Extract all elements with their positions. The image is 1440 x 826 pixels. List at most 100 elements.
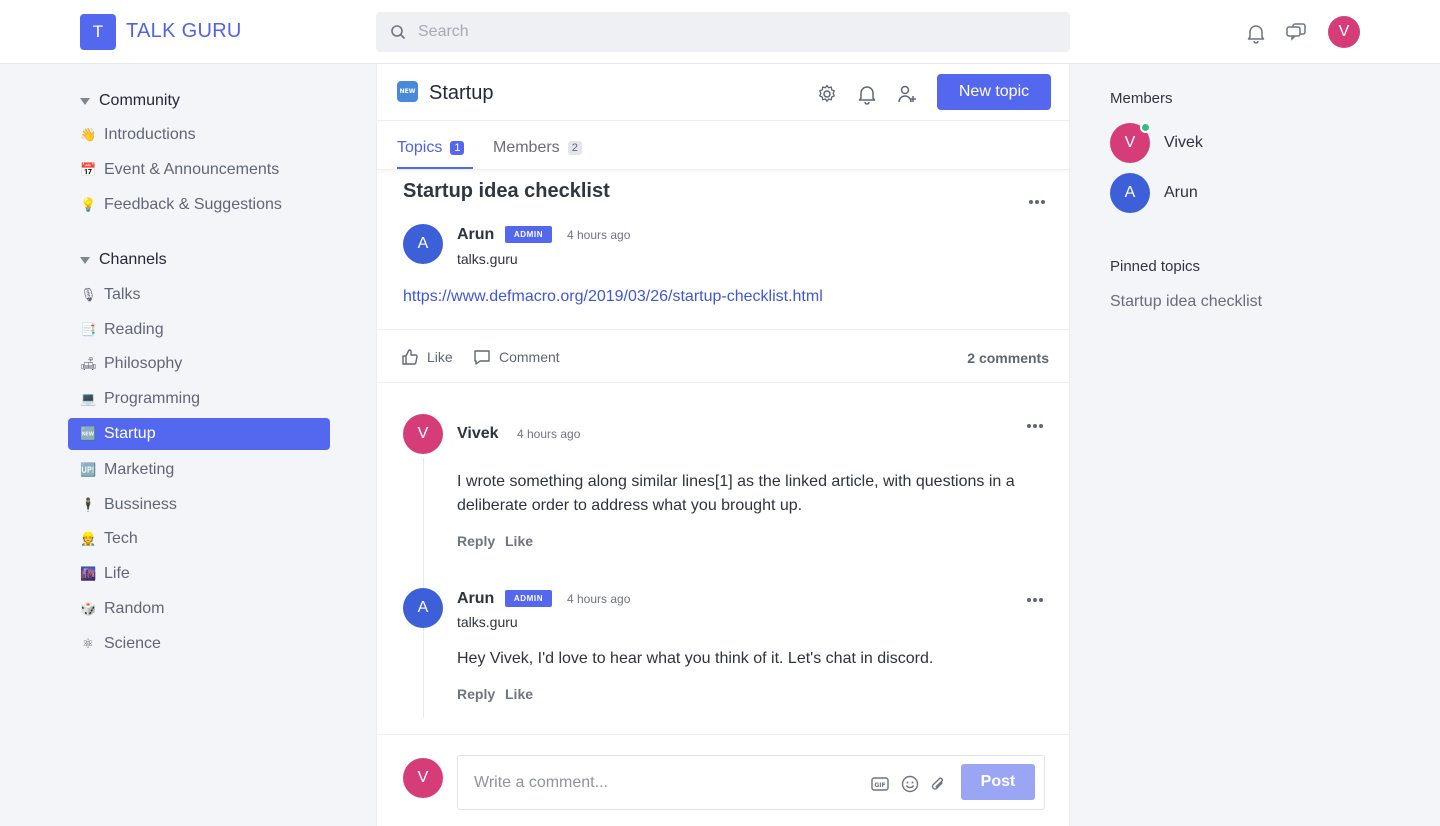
sidebar-item-label: Startup	[104, 425, 156, 442]
search-bar[interactable]	[376, 12, 1070, 52]
member-item[interactable]: A Arun	[1110, 173, 1198, 213]
sidebar-item-philosophy[interactable]: 🛋 Philosophy	[68, 348, 330, 380]
comments-count[interactable]: 2 comments	[967, 350, 1049, 366]
member-item[interactable]: V Vivek	[1110, 122, 1203, 163]
sidebar-item-marketing[interactable]: 🆙 Marketing	[68, 454, 330, 486]
member-initial: V	[1124, 134, 1136, 151]
post-title: Startup idea checklist	[403, 180, 610, 202]
construction-worker-icon: 👷	[80, 531, 97, 547]
sidebar-item-bussiness[interactable]: 🕴 Bussiness	[68, 489, 330, 521]
comment-author-subtitle: talks.guru	[457, 614, 518, 630]
sidebar-item-label: Talks	[104, 286, 141, 303]
post-more-menu-icon[interactable]	[1029, 191, 1047, 204]
sidebar-item-introductions[interactable]: 👋 Introductions	[68, 119, 330, 151]
tab-label: Topics	[397, 139, 443, 156]
sidebar-item-label: Philosophy	[104, 355, 183, 372]
community-section-title: Community	[99, 92, 180, 109]
comment-more-menu-icon[interactable]	[1027, 415, 1045, 428]
up-badge-icon: 🆙	[80, 462, 97, 478]
sidebar-item-label: Marketing	[104, 461, 175, 478]
dice-icon: 🎲	[80, 601, 97, 617]
sidebar-item-label: Tech	[104, 530, 138, 547]
sidebar-item-tech[interactable]: 👷 Tech	[68, 523, 330, 555]
sidebar-item-life[interactable]: 🌆 Life	[68, 558, 330, 590]
new-topic-button[interactable]: New topic	[937, 74, 1051, 110]
members-heading: Members	[1110, 90, 1173, 107]
comment-avatar[interactable]: V	[403, 414, 443, 454]
post-author-subtitle: talks.guru	[457, 251, 518, 267]
bell-icon[interactable]	[856, 83, 878, 105]
community-section-toggle[interactable]: Community	[80, 92, 180, 110]
post-link[interactable]: https://www.defmacro.org/2019/03/26/star…	[403, 288, 823, 306]
comment-more-menu-icon[interactable]	[1027, 589, 1045, 602]
reply-button[interactable]: Reply	[457, 533, 495, 549]
bookmark-tabs-icon: 📑	[80, 322, 97, 338]
comment-icon	[474, 350, 490, 365]
gear-icon[interactable]	[816, 83, 838, 105]
light-bulb-icon: 💡	[80, 197, 97, 213]
sidebar-item-random[interactable]: 🎲 Random	[68, 593, 330, 625]
waving-hand-icon: 👋	[80, 127, 97, 143]
comment-input[interactable]	[474, 756, 864, 809]
member-avatar: A	[1110, 173, 1150, 213]
sidebar-item-feedback[interactable]: 💡 Feedback & Suggestions	[68, 189, 330, 221]
like-button[interactable]: Like	[401, 348, 453, 366]
sidebar-item-science[interactable]: ⚛ Science	[68, 628, 330, 660]
tab-members[interactable]: Members 2	[493, 139, 582, 157]
comment-avatar[interactable]: A	[403, 588, 443, 628]
comment-author-name[interactable]: Arun	[457, 590, 494, 608]
post-author-name[interactable]: Arun	[457, 226, 494, 244]
active-tab-indicator	[397, 167, 473, 169]
new-badge-icon: NEW	[397, 81, 418, 102]
comment-like-button[interactable]: Like	[505, 686, 533, 702]
comment-button[interactable]: Comment	[473, 348, 560, 366]
comment-text: Hey Vivek, I'd love to hear what you thi…	[457, 650, 934, 667]
channel-header: NEW Startup New topic	[377, 64, 1071, 121]
sidebar-item-label: Programming	[104, 390, 201, 407]
search-icon	[391, 25, 406, 40]
channels-section-title: Channels	[99, 251, 167, 268]
comment-text: I wrote something along similar lines[1]…	[457, 473, 1015, 514]
tab-count-badge: 2	[567, 141, 582, 155]
sidebar-item-startup[interactable]: 🆕 Startup	[68, 418, 330, 450]
comment-author-name[interactable]: Vivek	[457, 425, 499, 443]
sidebar-item-talks[interactable]: 🎙 Talks	[68, 279, 330, 311]
bell-icon[interactable]	[1245, 22, 1267, 44]
post-author-avatar[interactable]: A	[403, 224, 443, 264]
comment-like-button[interactable]: Like	[505, 533, 533, 549]
sidebar-item-reading[interactable]: 📑 Reading	[68, 314, 330, 346]
sidebar-item-events[interactable]: 📅 Event & Announcements	[68, 154, 330, 186]
chat-icon[interactable]	[1285, 22, 1307, 44]
cityscape-icon: 🌆	[80, 566, 97, 582]
reply-button[interactable]: Reply	[457, 686, 495, 702]
member-name: Arun	[1164, 184, 1198, 201]
channel-title: Startup	[429, 82, 494, 104]
pinned-topics-heading: Pinned topics	[1110, 258, 1201, 275]
sidebar-item-programming[interactable]: 💻 Programming	[68, 383, 330, 415]
channels-section-toggle[interactable]: Channels	[80, 251, 167, 269]
post-comment-button[interactable]: Post	[961, 764, 1035, 800]
comment-timestamp: 4 hours ago	[517, 427, 581, 441]
sidebar-item-label: Bussiness	[104, 496, 177, 513]
search-input[interactable]	[418, 12, 1058, 52]
comment-label: Comment	[499, 349, 560, 365]
paperclip-icon[interactable]	[928, 774, 948, 794]
logo-mark[interactable]: T	[80, 14, 116, 50]
composer-avatar: V	[403, 758, 443, 798]
user-avatar[interactable]: V	[1328, 16, 1360, 48]
gif-icon[interactable]: GIF	[870, 774, 890, 794]
channel-panel: NEW Startup New topic Topics 1 Members 2…	[376, 64, 1071, 826]
divider	[377, 734, 1071, 735]
pinned-topic-link[interactable]: Startup idea checklist	[1110, 293, 1262, 311]
sidebar-item-label: Science	[104, 635, 161, 652]
tab-topics[interactable]: Topics 1	[397, 139, 465, 157]
thumbs-up-icon	[402, 349, 418, 365]
emoji-icon[interactable]	[900, 774, 920, 794]
member-initial: A	[1124, 184, 1136, 201]
add-user-icon[interactable]	[896, 83, 918, 105]
calendar-icon: 📅	[80, 162, 97, 178]
chevron-down-icon	[80, 97, 90, 105]
post-action-bar: Like Comment 2 comments	[377, 329, 1071, 383]
app-name[interactable]: TALK GURU	[126, 20, 242, 43]
svg-text:GIF: GIF	[874, 782, 885, 789]
